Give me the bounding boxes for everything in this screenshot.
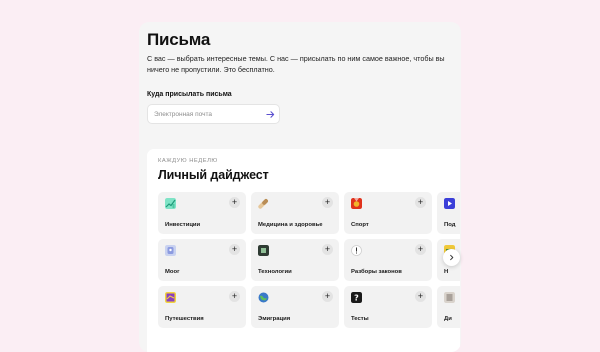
topic-card-investments[interactable]: + Инвестиции	[158, 192, 246, 234]
add-topic-button[interactable]: +	[322, 244, 333, 255]
email-field	[147, 104, 280, 124]
topic-label: Эмиграция	[258, 316, 291, 322]
add-topic-button[interactable]: +	[229, 197, 240, 208]
topic-card-emigration[interactable]: + Эмиграция	[251, 286, 339, 328]
personal-digest-section: Каждую неделю Личный дайджест + Инвестиц…	[147, 149, 460, 352]
newsletter-panel: Письма С вас — выбрать интересные темы. …	[139, 22, 461, 352]
page-title: Письма	[147, 30, 211, 49]
add-topic-button[interactable]: +	[229, 244, 240, 255]
topic-card-medicine[interactable]: + Медицина и здоровье	[251, 192, 339, 234]
add-topic-button[interactable]: +	[415, 291, 426, 302]
emigration-globe-icon	[258, 292, 269, 303]
topic-label: Технологии	[258, 269, 292, 275]
add-topic-button[interactable]: +	[229, 291, 240, 302]
topic-label: Ди	[444, 316, 452, 322]
topic-card-moor[interactable]: + Moor	[158, 239, 246, 281]
arrow-right-icon	[265, 110, 274, 118]
carousel-next-button[interactable]	[443, 249, 460, 266]
topic-card-tests[interactable]: ? + Тесты	[344, 286, 432, 328]
topic-label: Разборы законов	[351, 269, 402, 275]
chevron-right-icon	[450, 254, 454, 261]
intro-text: С вас — выбрать интересные темы. С нас —…	[147, 54, 445, 74]
add-topic-button[interactable]: +	[415, 244, 426, 255]
add-topic-button[interactable]: +	[322, 197, 333, 208]
topic-card-sport[interactable]: + Спорт	[344, 192, 432, 234]
email-input[interactable]	[154, 108, 262, 120]
topic-card-podcasts[interactable]: + Под	[437, 192, 460, 234]
digest-title: Личный дайджест	[158, 168, 269, 182]
tests-question-icon: ?	[351, 292, 362, 303]
topic-label: Тесты	[351, 316, 369, 322]
travel-map-icon	[165, 292, 176, 303]
medicine-pill-icon	[258, 198, 269, 209]
topic-card-partial[interactable]: + Ди	[437, 286, 460, 328]
investments-icon	[165, 198, 176, 209]
topic-card-technology[interactable]: + Технологии	[251, 239, 339, 281]
topic-label: Путешествия	[165, 316, 204, 322]
topic-label: Инвестиции	[165, 222, 201, 228]
submit-email-button[interactable]	[264, 108, 276, 120]
podcast-play-icon	[444, 198, 455, 209]
topic-label: Под	[444, 222, 456, 228]
technology-chip-icon	[258, 245, 269, 256]
topic-card-travel[interactable]: + Путешествия	[158, 286, 246, 328]
partial-topic-icon	[444, 292, 455, 303]
topic-label: Спорт	[351, 222, 369, 228]
topic-label: Moor	[165, 269, 180, 275]
moor-icon	[165, 245, 176, 256]
law-warning-icon	[351, 245, 362, 256]
topic-grid: + Инвестиции + Медицина и здоровье + Спо…	[158, 192, 460, 332]
topic-label: Н	[444, 269, 449, 275]
add-topic-button[interactable]: +	[322, 291, 333, 302]
svg-text:?: ?	[354, 294, 359, 303]
digest-kicker: Каждую неделю	[158, 158, 218, 164]
sport-medal-icon	[351, 198, 362, 209]
email-label: Куда присылать письма	[147, 91, 232, 98]
topic-card-laws[interactable]: + Разборы законов	[344, 239, 432, 281]
add-topic-button[interactable]: +	[415, 197, 426, 208]
topic-label: Медицина и здоровье	[258, 222, 323, 228]
